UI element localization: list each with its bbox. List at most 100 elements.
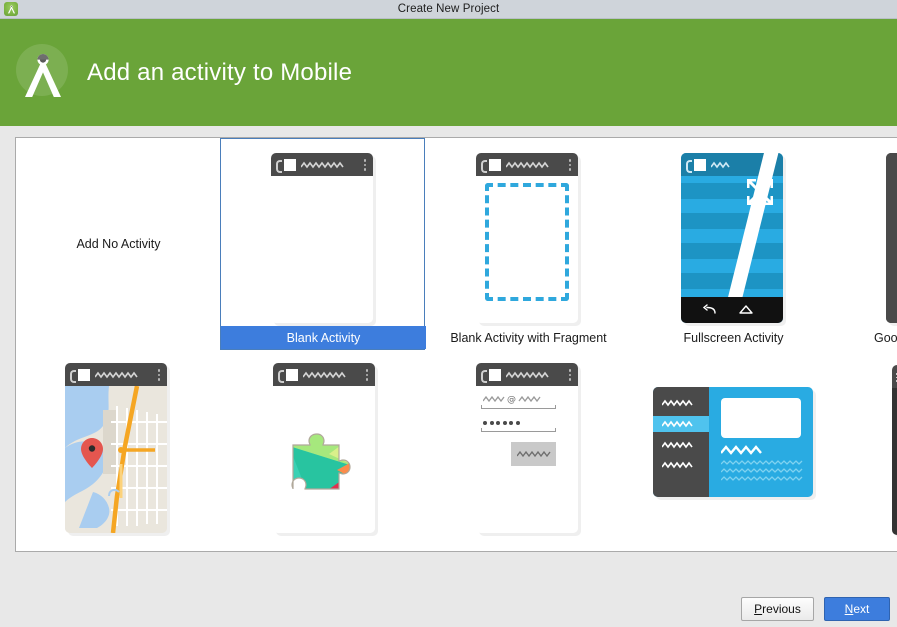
maps-activity-preview: [17, 351, 222, 541]
title-zigzag-placeholder: [506, 371, 549, 379]
activity-gallery-panel: Add No Activity Blank Activity Blank Act…: [15, 137, 897, 552]
password-field-underline: [481, 431, 555, 432]
master-list-pane: [653, 387, 709, 497]
detail-heading-placeholder: [721, 445, 762, 455]
back-chevron-icon: [276, 160, 282, 173]
fragment-activity-preview: [426, 139, 631, 329]
wizard-footer: Previous Next: [0, 576, 897, 627]
phone-screen: [273, 386, 375, 533]
phone-mockup: [65, 363, 167, 533]
google-maps-activity-preview: [836, 139, 897, 329]
phone-mockup: [273, 363, 375, 533]
phone-screen: [476, 176, 578, 323]
window-title: Create New Project: [397, 3, 500, 15]
email-field-placeholder: @: [483, 395, 541, 404]
activity-tile-login-activity[interactable]: @: [425, 350, 631, 551]
activity-tile-fullscreen-activity[interactable]: Fullscreen Activity: [630, 138, 835, 350]
app-icon-placeholder: [489, 369, 501, 381]
app-icon-placeholder: [78, 369, 90, 381]
next-button-label: Next: [844, 602, 870, 616]
back-chevron-icon: [278, 370, 284, 383]
next-button[interactable]: Next: [824, 597, 890, 621]
overflow-menu-icon: [568, 159, 571, 173]
app-icon-placeholder: [286, 369, 298, 381]
play-services-puzzle-icon: [291, 433, 351, 490]
phone-mockup: @: [476, 363, 578, 533]
android-navigation-bar: [681, 297, 783, 323]
phone-mockup: [476, 153, 578, 323]
back-chevron-icon: [481, 160, 487, 173]
activity-tile-maps-activity[interactable]: [16, 350, 222, 551]
activity-tile-google-play-services-activity[interactable]: [220, 350, 426, 551]
previous-button[interactable]: Previous: [741, 597, 814, 621]
activity-tile-add-no-activity[interactable]: Add No Activity: [16, 138, 221, 350]
window-titlebar: Create New Project: [0, 0, 897, 19]
svg-text:@: @: [507, 395, 516, 404]
activity-tile-label: Blank Activity with Fragment: [450, 330, 607, 345]
phone-mockup-partial: [892, 365, 897, 535]
detail-body-placeholder: [721, 460, 803, 481]
title-zigzag-placeholder: [506, 161, 549, 169]
create-new-project-dialog: Create New Project Add an activity to Mo…: [0, 0, 897, 627]
overflow-menu-icon: [365, 369, 368, 383]
back-chevron-icon: [70, 370, 76, 383]
back-button-icon: [703, 304, 716, 314]
activity-tile-master-detail-flow[interactable]: [630, 350, 836, 551]
phone-screen: @: [476, 386, 578, 533]
master-detail-flow-preview: [631, 351, 836, 541]
home-button-icon: [739, 305, 753, 314]
email-field-underline: [481, 408, 555, 409]
phone-mockup-partial: [886, 153, 897, 323]
app-icon-placeholder: [489, 159, 501, 171]
android-studio-compass-icon: [15, 42, 71, 104]
fragment-placeholder-outline: [485, 183, 569, 301]
password-field-dots: [483, 421, 520, 425]
fullscreen-screen: [681, 153, 783, 323]
sign-in-button-placeholder: [511, 442, 556, 466]
activity-gallery-grid: Add No Activity Blank Activity Blank Act…: [16, 138, 897, 551]
activity-tile-navigation-drawer-activity[interactable]: [835, 350, 897, 551]
phone-appbar: [65, 363, 167, 386]
overflow-menu-icon: [568, 369, 571, 383]
title-zigzag-placeholder: [301, 161, 344, 169]
activity-tile-label: Blank Activity: [221, 326, 426, 349]
back-chevron-icon: [686, 160, 692, 173]
list-item-placeholder: [662, 441, 693, 449]
phone-screen: [271, 176, 373, 323]
fullscreen-activity-preview: [631, 139, 836, 329]
play-services-activity-preview: [221, 351, 426, 541]
phone-appbar: [476, 363, 578, 386]
app-icon-placeholder: [284, 159, 296, 171]
list-item-placeholder: [662, 420, 693, 428]
activity-tile-label: Fullscreen Activity: [683, 330, 784, 345]
title-zigzag-placeholder: [711, 161, 730, 169]
title-zigzag-placeholder: [303, 371, 346, 379]
map-preview: [65, 386, 167, 533]
previous-button-label: Previous: [754, 602, 801, 616]
phone-appbar: [271, 153, 373, 176]
activity-tile-blank-activity-with-fragment[interactable]: Blank Activity with Fragment: [425, 138, 630, 350]
activity-tile-blank-activity[interactable]: Blank Activity: [220, 138, 426, 350]
wizard-body: Add No Activity Blank Activity Blank Act…: [0, 126, 897, 576]
activity-tile-label: Add No Activity: [76, 237, 161, 251]
phone-appbar: [273, 363, 375, 386]
app-icon-placeholder: [694, 159, 706, 171]
phone-appbar: [476, 153, 578, 176]
list-item-placeholder: [662, 399, 693, 407]
tablet-mockup: [653, 387, 813, 497]
overflow-menu-icon: [363, 159, 366, 173]
title-zigzag-placeholder: [95, 371, 138, 379]
overflow-menu-icon: [157, 369, 160, 383]
activity-tile-label: Googl: [874, 330, 897, 345]
fullscreen-expand-icon: [747, 179, 773, 205]
phone-mockup: [271, 153, 373, 323]
activity-tile-google-maps-activity[interactable]: Googl: [835, 138, 897, 350]
navigation-drawer-activity-preview: [836, 351, 897, 541]
map-pin-icon: [81, 438, 103, 468]
wizard-header: Add an activity to Mobile: [0, 19, 897, 126]
phone-mockup: [681, 153, 783, 323]
list-item-placeholder: [662, 461, 693, 469]
login-activity-preview: @: [426, 351, 631, 541]
blank-activity-preview: [221, 139, 426, 329]
page-title: Add an activity to Mobile: [87, 58, 353, 86]
